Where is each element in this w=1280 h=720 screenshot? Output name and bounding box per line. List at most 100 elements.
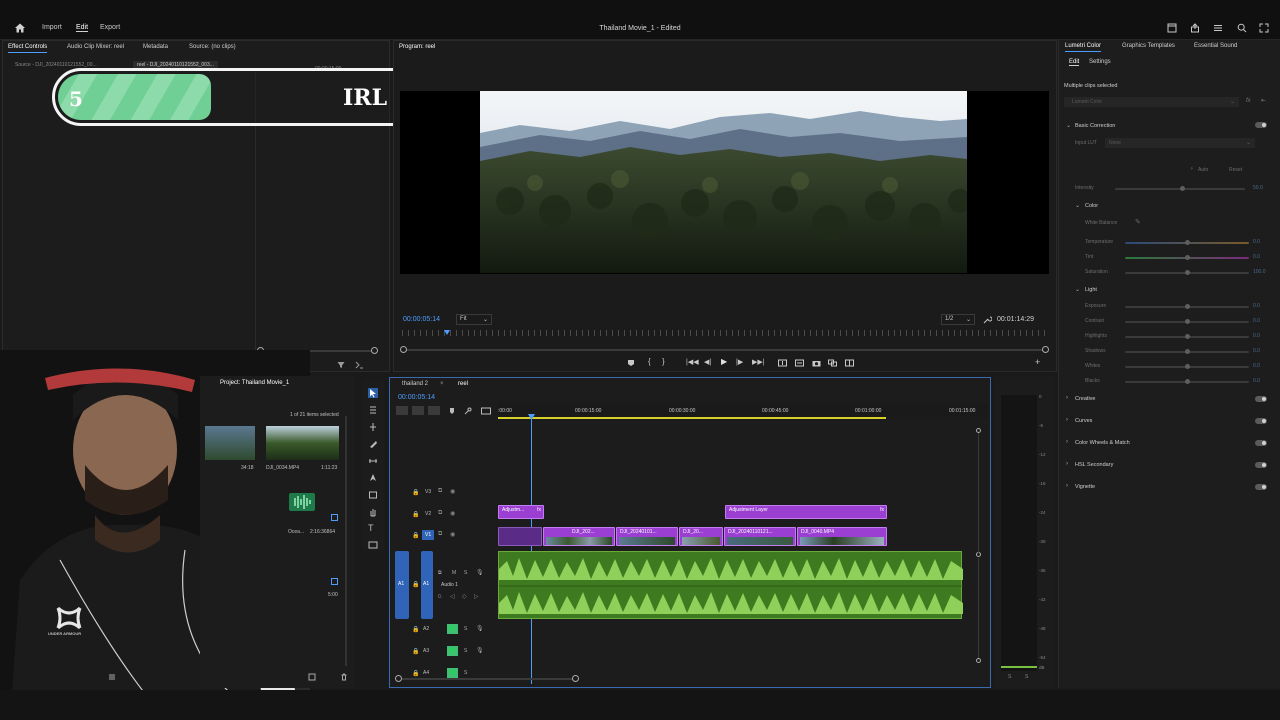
compare-icon[interactable] <box>845 359 854 367</box>
track-select-tool-icon[interactable] <box>368 405 378 415</box>
hand-tool-icon[interactable] <box>368 507 378 517</box>
section-vignette[interactable]: Vignette <box>1075 484 1095 490</box>
temperature-knob[interactable] <box>1185 240 1190 245</box>
tint-value[interactable]: 0.0 <box>1253 254 1260 260</box>
lock-icon[interactable]: 🔒 <box>412 489 419 496</box>
chevron-right-icon[interactable]: › <box>1066 461 1068 467</box>
solo-button[interactable]: S <box>464 570 467 576</box>
solo-button[interactable]: S <box>464 626 467 632</box>
ripple-edit-tool-icon[interactable] <box>368 422 378 432</box>
volume-value[interactable]: 0. <box>438 594 442 600</box>
share-icon[interactable] <box>1190 23 1200 33</box>
auto-button[interactable]: Auto <box>1198 167 1208 173</box>
solo-right-button[interactable]: S <box>1025 674 1028 680</box>
tab-edit[interactable]: Edit <box>1069 59 1080 66</box>
fullscreen-icon[interactable] <box>1259 23 1269 33</box>
input-lut-dropdown[interactable]: None ⌄ <box>1105 138 1255 148</box>
mute-button[interactable]: M <box>447 668 458 678</box>
captions-icon[interactable] <box>481 407 491 415</box>
sync-lock-icon[interactable]: ⧉ <box>438 531 442 538</box>
eye-icon[interactable]: ◉ <box>450 531 455 538</box>
lock-icon[interactable]: 🔒 <box>412 648 419 655</box>
chevron-down-icon[interactable]: ⌄ <box>1075 286 1080 293</box>
timeline-ruler[interactable]: :00:00 00:00:15:00 00:00:30:00 00:00:45:… <box>498 403 988 419</box>
work-area-bar[interactable] <box>498 417 886 419</box>
preset-dropdown[interactable]: Lumetri Color ⌄ <box>1064 97 1239 107</box>
reset-effect-icon[interactable]: ⇤ <box>1261 97 1266 104</box>
color-wheels-toggle[interactable] <box>1255 440 1267 446</box>
fx-toggle-icon[interactable]: fx <box>1246 98 1251 104</box>
sync-lock-icon[interactable]: ⧉ <box>438 510 442 517</box>
keyframe-add-icon[interactable]: ◇ <box>462 593 467 600</box>
section-curves[interactable]: Curves <box>1075 418 1092 424</box>
chevron-down-icon[interactable]: ⌄ <box>1066 122 1071 129</box>
track-target-a1[interactable]: A1 <box>421 551 433 619</box>
blacks-knob[interactable] <box>1185 379 1190 384</box>
tab-lumetri-color[interactable]: Lumetri Color <box>1065 43 1102 52</box>
tab-source[interactable]: Source: (no clips) <box>189 44 236 50</box>
chevron-down-icon[interactable]: ⌄ <box>1075 202 1080 209</box>
section-color[interactable]: Color <box>1085 203 1098 209</box>
workspaces-icon[interactable] <box>1167 23 1177 33</box>
selection-tool-icon[interactable] <box>368 388 378 398</box>
caption-tool-icon[interactable] <box>368 540 378 550</box>
timeline-playhead[interactable] <box>531 414 532 684</box>
razor-tool-icon[interactable] <box>368 439 378 449</box>
tab-settings[interactable]: Settings <box>1089 59 1111 65</box>
zoom-handle-left[interactable] <box>400 346 407 353</box>
mark-out-icon[interactable]: } <box>662 357 665 366</box>
tint-knob[interactable] <box>1185 255 1190 260</box>
project-scrollbar[interactable] <box>345 416 347 666</box>
program-current-time[interactable]: 00:00:05:14 <box>403 316 440 323</box>
wrench-icon[interactable] <box>983 315 992 324</box>
chevron-right-icon[interactable]: › <box>1066 395 1068 401</box>
zoom-dropdown[interactable]: Fit ⌄ <box>456 314 492 325</box>
microphone-icon[interactable]: 🎙 <box>476 569 484 576</box>
intensity-value[interactable]: 50.0 <box>1253 185 1263 191</box>
sync-lock-icon[interactable]: ⧉ <box>438 488 442 495</box>
mute-button[interactable]: M <box>452 570 456 576</box>
project-thumbnail[interactable] <box>266 426 339 460</box>
new-item-icon[interactable] <box>308 673 316 681</box>
contrast-knob[interactable] <box>1185 319 1190 324</box>
curves-toggle[interactable] <box>1255 418 1267 424</box>
audio-clip[interactable] <box>498 551 963 619</box>
insert-nest-button[interactable] <box>396 406 408 415</box>
adjustment-layer-clip[interactable]: Adjustment Layer fx <box>725 505 887 519</box>
zoom-handle-right[interactable] <box>572 675 579 682</box>
step-back-icon[interactable]: ◀| <box>704 358 711 366</box>
keyframe-next-icon[interactable]: ▷ <box>474 593 479 600</box>
menu-icon[interactable] <box>1213 23 1223 33</box>
saturation-value[interactable]: 100.0 <box>1253 269 1266 275</box>
play-icon[interactable]: ▶ <box>721 357 727 366</box>
marker-icon[interactable] <box>627 359 635 367</box>
highlights-value[interactable]: 0.0 <box>1253 333 1260 339</box>
video-clip[interactable]: DJI_20240101... <box>616 527 678 546</box>
basic-correction-toggle[interactable] <box>1255 122 1267 128</box>
zoom-handle-right[interactable] <box>371 347 378 354</box>
lift-icon[interactable] <box>778 359 787 367</box>
highlights-knob[interactable] <box>1185 334 1190 339</box>
pen-tool-icon[interactable] <box>368 473 378 483</box>
marker-icon[interactable] <box>448 407 456 415</box>
tab-effect-controls[interactable]: Effect Controls <box>8 44 48 53</box>
sync-lock-icon[interactable]: ⧉ <box>438 570 442 576</box>
tab-essential-sound[interactable]: Essential Sound <box>1194 43 1237 49</box>
hsl-secondary-toggle[interactable] <box>1255 462 1267 468</box>
lock-icon[interactable]: 🔒 <box>412 511 419 518</box>
exposure-knob[interactable] <box>1185 304 1190 309</box>
snap-button[interactable] <box>412 406 424 415</box>
step-forward-icon[interactable]: |▶ <box>736 358 743 366</box>
source-patch-a1[interactable]: A1 <box>395 551 409 619</box>
zoom-handle-right[interactable] <box>1042 346 1049 353</box>
add-button-icon[interactable]: + <box>1035 357 1040 367</box>
tab-graphics-templates[interactable]: Graphics Templates <box>1122 43 1175 49</box>
temperature-value[interactable]: 0.0 <box>1253 239 1260 245</box>
tab-audio-clip-mixer[interactable]: Audio Clip Mixer: reel <box>67 44 124 50</box>
export-frame-icon[interactable] <box>355 361 364 369</box>
lock-icon[interactable]: 🔒 <box>412 581 419 588</box>
microphone-icon[interactable]: 🎙 <box>476 647 484 654</box>
filter-icon[interactable] <box>337 361 345 369</box>
lock-icon[interactable]: 🔒 <box>412 670 419 677</box>
mark-in-icon[interactable]: { <box>648 357 651 366</box>
